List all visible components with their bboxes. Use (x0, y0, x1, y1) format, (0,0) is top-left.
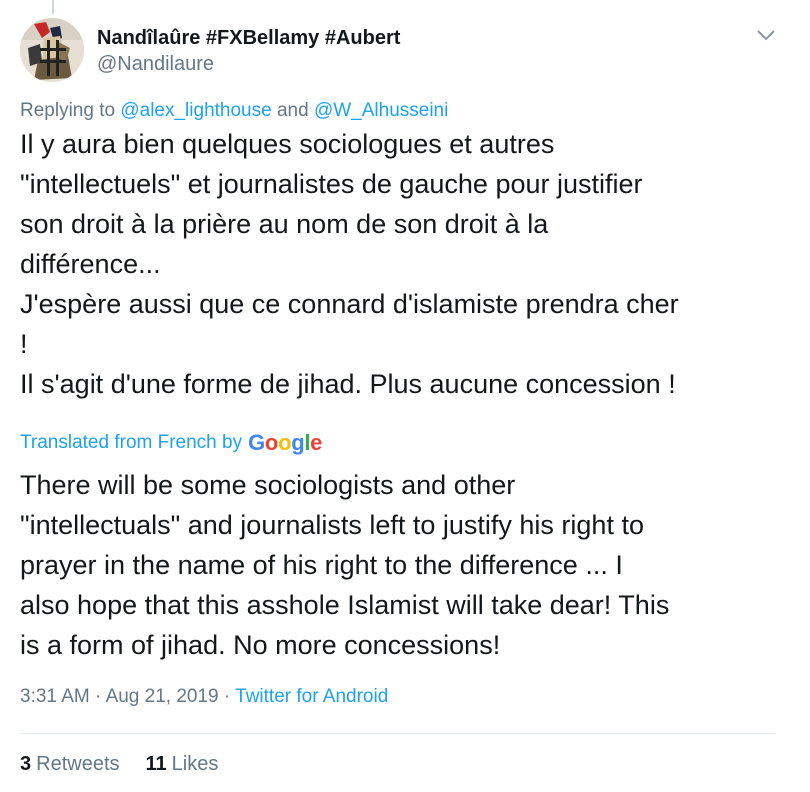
replying-connector: and (276, 100, 309, 121)
google-logo: Google (248, 430, 323, 455)
translated-text-line: is a form of jihad. No more concessions! (20, 630, 501, 660)
translated-text-line: also hope that this asshole Islamist wil… (20, 590, 670, 620)
divider (20, 733, 776, 734)
translation-label: Translated from French by (20, 432, 243, 453)
tweet-text-line: son droit à la prière au nom de son droi… (20, 209, 549, 239)
replying-prefix: Replying to (20, 100, 116, 121)
translated-text: There will be some sociologists and othe… (20, 465, 790, 665)
thread-connector-line (52, 0, 54, 14)
mention-link[interactable]: @W_Alhusseini (314, 100, 448, 121)
avatar-image (20, 18, 84, 82)
tweet-stats: 3 Retweets 11 Likes (20, 753, 218, 776)
likes-label: Likes (171, 753, 219, 775)
author-display-name[interactable]: Nandîlaûre #FXBellamy #Aubert (97, 27, 400, 50)
replying-to: Replying to @alex_lighthouse and @W_Alhu… (20, 100, 448, 122)
likes-count: 11 (145, 753, 167, 775)
translation-attribution[interactable]: Translated from French by Google (20, 430, 322, 456)
tweet-text-line: différence... (20, 249, 161, 279)
tweet-detail: Nandîlaûre #FXBellamy #Aubert @Nandilaur… (0, 0, 810, 792)
retweets-count: 3 (20, 753, 32, 775)
tweet-source-link[interactable]: Twitter for Android (235, 686, 388, 707)
chevron-down-icon (757, 30, 775, 41)
tweet-text-line: Il y aura bien quelques sociologues et a… (20, 129, 555, 159)
tweet-time[interactable]: 3:31 AM (20, 686, 90, 707)
translated-text-line: prayer in the name of his right to the d… (20, 550, 623, 580)
tweet-text-line: ! (20, 329, 28, 359)
meta-separator: · (95, 686, 102, 707)
mention-link[interactable]: @alex_lighthouse (120, 100, 271, 121)
retweets-stat[interactable]: 3 Retweets (20, 753, 120, 776)
tweet-text-line: Il s'agit d'une forme de jihad. Plus auc… (20, 369, 676, 399)
tweet-date[interactable]: Aug 21, 2019 (106, 686, 219, 707)
translated-text-line: "intellectuals" and journalists left to … (20, 510, 644, 540)
tweet-metadata: 3:31 AM · Aug 21, 2019 · Twitter for And… (20, 686, 388, 708)
likes-stat[interactable]: 11 Likes (146, 753, 219, 776)
author-handle[interactable]: @Nandilaure (97, 53, 214, 76)
tweet-text-line: J'espère aussi que ce connard d'islamist… (20, 289, 679, 319)
avatar[interactable] (20, 18, 84, 82)
meta-separator: · (223, 686, 231, 707)
retweets-label: Retweets (36, 753, 120, 775)
tweet-text-line: "intellectuels" et journalistes de gauch… (20, 169, 643, 199)
translated-text-line: There will be some sociologists and othe… (20, 470, 516, 500)
tweet-text: Il y aura bien quelques sociologues et a… (20, 124, 790, 404)
tweet-menu-button[interactable] (755, 26, 777, 44)
